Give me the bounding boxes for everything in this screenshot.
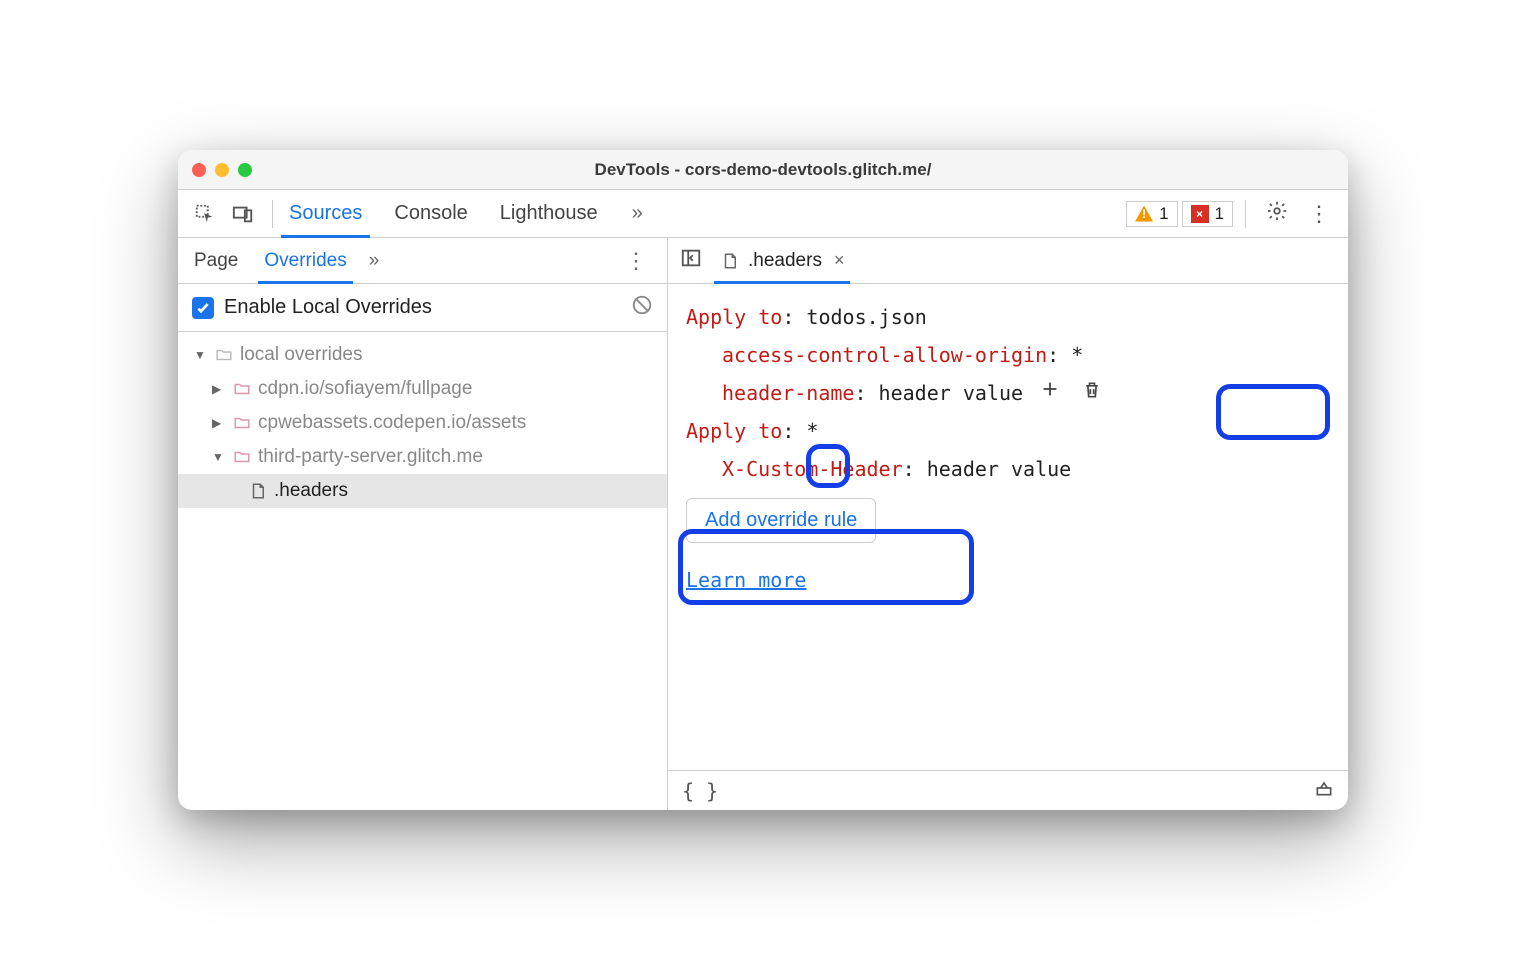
close-tab-icon[interactable]: × (830, 250, 845, 271)
error-count: 1 (1215, 204, 1224, 224)
header-name[interactable]: X-Custom-Header (722, 457, 903, 481)
more-tabs-icon[interactable]: » (626, 202, 649, 225)
divider (272, 200, 273, 228)
editor-tab-label: .headers (748, 250, 822, 272)
delete-header-button[interactable] (1077, 375, 1107, 405)
editor-tabstrip: .headers × (668, 238, 1348, 284)
header-value[interactable]: * (1071, 343, 1083, 367)
errors-badge[interactable]: × 1 (1182, 201, 1233, 227)
enable-overrides-checkbox[interactable] (192, 297, 214, 319)
navigator-tabs: Page Overrides » ⋮ (178, 238, 667, 284)
navigator-sidebar: Page Overrides » ⋮ Enable Local Override… (178, 238, 668, 810)
headers-editor[interactable]: Apply to: todos.json access-control-allo… (668, 284, 1348, 770)
apply-to-target[interactable]: * (806, 419, 818, 443)
editor-pane: .headers × Apply to: todos.json access-c… (668, 238, 1348, 810)
tab-sources[interactable]: Sources (285, 190, 366, 237)
more-menu-icon[interactable]: ⋮ (1300, 201, 1338, 227)
device-toolbar-icon[interactable] (226, 197, 260, 231)
tab-page[interactable]: Page (190, 238, 242, 283)
close-window-button[interactable] (192, 163, 206, 177)
folder-icon (232, 448, 252, 466)
pretty-print-icon[interactable]: { } (682, 779, 718, 803)
tree-folder-label: cpwebassets.codepen.io/assets (258, 412, 526, 434)
tree-file-headers[interactable]: .headers (178, 474, 667, 508)
chevron-down-icon: ▼ (212, 450, 226, 464)
tab-console[interactable]: Console (390, 190, 471, 237)
chevron-right-icon: ▶ (212, 382, 226, 396)
traffic-lights (192, 163, 252, 177)
header-name[interactable]: access-control-allow-origin (722, 343, 1047, 367)
inspect-element-icon[interactable] (188, 197, 222, 231)
apply-to-target[interactable]: todos.json (806, 305, 926, 329)
apply-to-label: Apply to (686, 305, 782, 329)
chevron-right-icon: ▶ (212, 416, 226, 430)
tab-lighthouse[interactable]: Lighthouse (496, 190, 602, 237)
tree-folder-label: cdpn.io/sofiayem/fullpage (258, 378, 472, 400)
folder-icon (232, 414, 252, 432)
file-icon (720, 252, 740, 270)
learn-more-link[interactable]: Learn more (686, 561, 806, 599)
header-row: access-control-allow-origin: * (686, 336, 1330, 374)
coverage-icon[interactable] (1314, 778, 1334, 803)
apply-to-row: Apply to: todos.json (686, 298, 1330, 336)
more-navigator-tabs-icon[interactable]: » (369, 250, 380, 272)
apply-to-label: Apply to (686, 419, 782, 443)
settings-icon[interactable] (1258, 200, 1296, 228)
tab-overrides[interactable]: Overrides (260, 238, 350, 283)
add-header-button[interactable] (1035, 374, 1065, 404)
enable-overrides-row: Enable Local Overrides (178, 284, 667, 332)
navigator-more-icon[interactable]: ⋮ (617, 248, 655, 274)
header-row: X-Custom-Header: header value (686, 450, 1330, 488)
warning-icon (1135, 206, 1153, 222)
tree-folder[interactable]: ▶ cdpn.io/sofiayem/fullpage (178, 372, 667, 406)
titlebar: DevTools - cors-demo-devtools.glitch.me/ (178, 150, 1348, 190)
editor-tab-headers[interactable]: .headers × (716, 238, 848, 283)
file-icon (248, 482, 268, 500)
devtools-window: DevTools - cors-demo-devtools.glitch.me/… (178, 150, 1348, 810)
header-row: header-name: header value (686, 374, 1330, 412)
tree-file-label: .headers (274, 480, 348, 502)
folder-icon (214, 346, 234, 364)
enable-overrides-label: Enable Local Overrides (224, 296, 432, 319)
editor-status-bar: { } (668, 770, 1348, 810)
main-toolbar: Sources Console Lighthouse » 1 × 1 ⋮ (178, 190, 1348, 238)
clear-overrides-icon[interactable] (631, 294, 653, 321)
tree-root[interactable]: ▼ local overrides (178, 338, 667, 372)
error-icon: × (1191, 205, 1209, 223)
header-value[interactable]: header value (927, 457, 1072, 481)
zoom-window-button[interactable] (238, 163, 252, 177)
divider (1245, 200, 1246, 228)
warnings-badge[interactable]: 1 (1126, 201, 1177, 227)
tree-folder[interactable]: ▶ cpwebassets.codepen.io/assets (178, 406, 667, 440)
tree-root-label: local overrides (240, 344, 363, 366)
folder-icon (232, 380, 252, 398)
apply-to-row: Apply to: * (686, 412, 1330, 450)
add-override-rule-button[interactable]: Add override rule (686, 498, 876, 543)
tree-folder-label: third-party-server.glitch.me (258, 446, 483, 468)
minimize-window-button[interactable] (215, 163, 229, 177)
tree-folder[interactable]: ▼ third-party-server.glitch.me (178, 440, 667, 474)
header-value[interactable]: header value (879, 381, 1024, 405)
file-tree: ▼ local overrides ▶ cdpn.io/sofiayem/ful… (178, 332, 667, 810)
header-name[interactable]: header-name (722, 381, 854, 405)
warning-count: 1 (1159, 204, 1168, 224)
chevron-down-icon: ▼ (194, 348, 208, 362)
window-title: DevTools - cors-demo-devtools.glitch.me/ (178, 160, 1348, 180)
main-tabs: Sources Console Lighthouse » (285, 190, 649, 237)
toggle-navigator-icon[interactable] (680, 247, 702, 274)
